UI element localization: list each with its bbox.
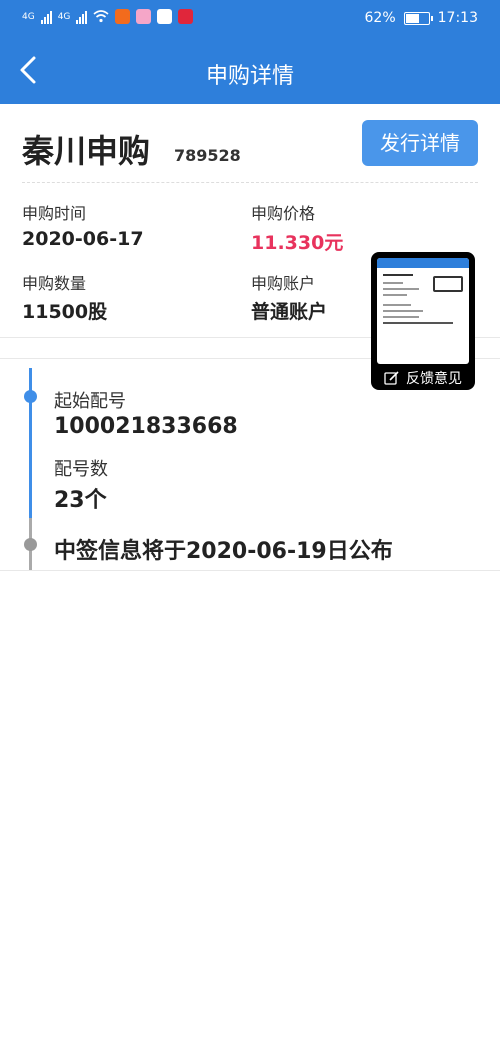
feedback-bar[interactable]: 反馈意见 (371, 366, 475, 390)
nav-bar: 申购详情 (0, 38, 500, 104)
feedback-widget[interactable]: 反馈意见 (371, 252, 475, 390)
network-label-2: 4G (57, 11, 71, 22)
timeline-dot-pending (24, 538, 37, 551)
app-notification-icon-2 (136, 9, 152, 24)
app-header: 4G 4G 62% 17:13 申购详情 (0, 0, 500, 104)
wifi-icon (93, 10, 109, 23)
battery-icon (403, 11, 433, 25)
subscribe-time-value: 2020-06-17 (22, 228, 144, 250)
subscribe-account-label: 申购账户 (251, 274, 316, 293)
number-count-value: 23个 (54, 488, 107, 513)
signal-icon (40, 10, 52, 24)
app-notification-icon-3 (157, 9, 173, 24)
battery-percent: 62% (364, 10, 396, 26)
page-title: 申购详情 (205, 64, 294, 89)
subscribe-time-label: 申购时间 (22, 204, 87, 223)
feedback-label: 反馈意见 (406, 371, 462, 387)
status-bar: 4G 4G 62% 17:13 (0, 0, 500, 38)
signal-icon-2 (76, 10, 88, 24)
app-notification-icon-4 (178, 9, 194, 24)
subscribe-quantity-value: 11500股 (22, 301, 108, 323)
issue-details-button[interactable]: 发行详情 (362, 120, 478, 166)
feedback-screenshot-thumbnail (377, 258, 469, 364)
clock: 17:13 (437, 10, 478, 26)
stock-name: 秦川申购 (22, 132, 151, 170)
number-count-label: 配号数 (54, 459, 108, 480)
divider (22, 182, 478, 183)
lottery-notice: 中签信息将于2020-06-19日公布 (54, 539, 393, 564)
start-number-label: 起始配号 (54, 391, 126, 412)
content-end-divider (0, 570, 500, 571)
status-left: 4G 4G (22, 9, 194, 24)
subscribe-price-value: 11.330元 (251, 232, 344, 254)
edit-icon (384, 371, 399, 385)
network-label-1: 4G (22, 11, 35, 22)
timeline-dot-active (24, 390, 37, 403)
start-number-value: 100021833668 (54, 414, 238, 439)
status-right: 62% 17:13 (365, 10, 478, 26)
app-notification-icon-1 (115, 9, 131, 24)
stock-code: 789528 (174, 146, 241, 165)
subscribe-price-label: 申购价格 (251, 204, 316, 223)
subscribe-quantity-label: 申购数量 (22, 274, 87, 293)
subscribe-account-value: 普通账户 (251, 301, 328, 323)
